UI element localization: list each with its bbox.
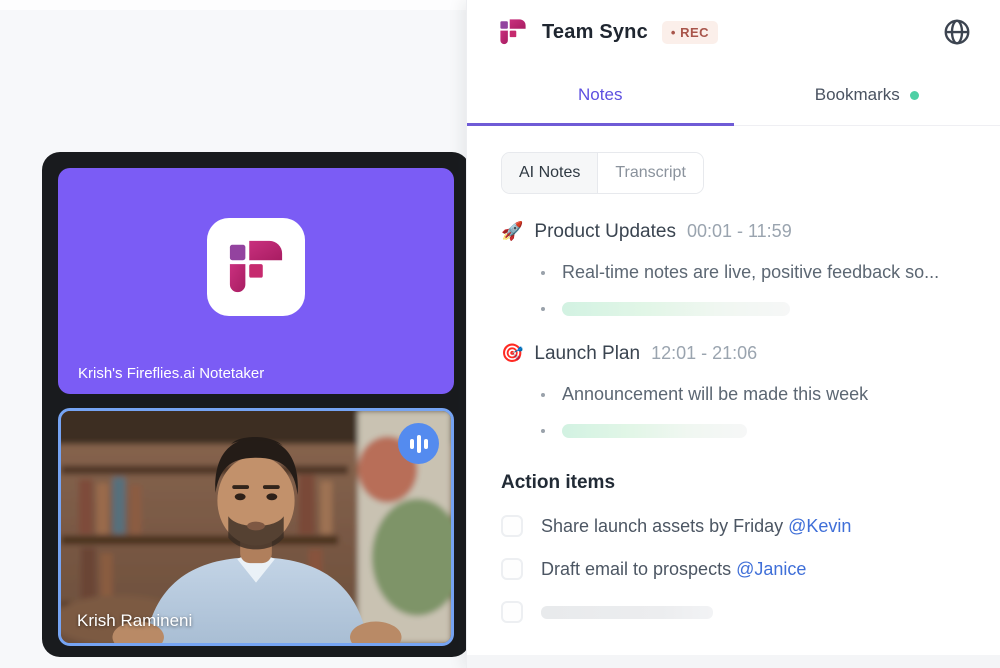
panel-body: AI Notes Transcript 🚀 Product Updates 00… — [467, 126, 1000, 623]
section-timestamp[interactable]: 00:01 - 11:59 — [687, 221, 792, 242]
note-bullet: Announcement will be made this week — [562, 384, 868, 405]
notes-panel: Team Sync • REC Notes Bookmarks AI Notes — [466, 0, 1000, 668]
bullet-dot — [541, 393, 545, 397]
target-emoji-icon: 🎯 — [501, 343, 523, 364]
action-item-text: Share launch assets by Friday @Kevin — [541, 516, 851, 537]
app-stage: Krish's Fireflies.ai Notetaker — [0, 0, 1000, 668]
action-item-text: Draft email to prospects @Janice — [541, 559, 806, 580]
bookmarks-indicator-dot — [910, 91, 919, 100]
participant-name-label: Krish Ramineni — [77, 611, 192, 631]
notes-mode-switcher: AI Notes Transcript — [501, 152, 704, 194]
action-checkbox[interactable] — [501, 515, 523, 537]
section-timestamp[interactable]: 12:01 - 21:06 — [651, 343, 757, 364]
action-item-row: Share launch assets by Friday @Kevin — [501, 515, 974, 537]
mention-link[interactable]: @Janice — [736, 559, 806, 579]
participant-video-still — [61, 411, 451, 643]
loading-note-skeleton — [562, 302, 790, 316]
bullet-dot — [541, 307, 545, 311]
action-item-row-loading — [501, 601, 974, 623]
tab-bookmarks[interactable]: Bookmarks — [734, 64, 1000, 126]
action-item-body: Draft email to prospects — [541, 559, 736, 579]
action-items-heading: Action items — [501, 472, 974, 494]
action-checkbox[interactable] — [501, 558, 523, 580]
participant-video-tile[interactable]: Krish Ramineni — [58, 408, 454, 646]
panel-header: Team Sync • REC — [467, 0, 1000, 64]
audio-waveform-icon — [398, 423, 439, 464]
loading-note-skeleton — [562, 424, 747, 438]
rec-badge: • REC — [662, 21, 718, 44]
section-title[interactable]: Launch Plan — [534, 343, 640, 365]
subtab-ai-notes[interactable]: AI Notes — [502, 153, 597, 193]
subtab-transcript[interactable]: Transcript — [597, 153, 703, 193]
note-section: 🎯 Launch Plan 12:01 - 21:06 Announcement… — [501, 343, 974, 438]
language-globe-button[interactable] — [942, 17, 972, 47]
tab-bookmarks-label: Bookmarks — [815, 85, 900, 105]
meeting-title: Team Sync — [542, 21, 648, 44]
active-tab-underline — [467, 123, 734, 126]
notetaker-tile[interactable]: Krish's Fireflies.ai Notetaker — [58, 168, 454, 394]
action-checkbox[interactable] — [501, 601, 523, 623]
note-bullet: Real-time notes are live, positive feedb… — [562, 262, 939, 283]
section-title[interactable]: Product Updates — [534, 221, 676, 243]
fireflies-logo-icon — [227, 238, 285, 296]
mention-link[interactable]: @Kevin — [788, 516, 851, 536]
note-section: 🚀 Product Updates 00:01 - 11:59 Real-tim… — [501, 221, 974, 316]
loading-action-skeleton — [541, 606, 713, 619]
action-item-body: Share launch assets by Friday — [541, 516, 788, 536]
globe-icon — [942, 17, 972, 47]
action-item-row: Draft email to prospects @Janice — [501, 558, 974, 580]
rocket-emoji-icon: 🚀 — [501, 221, 523, 242]
meeting-window: Krish's Fireflies.ai Notetaker — [42, 152, 470, 657]
bullet-dot — [541, 271, 545, 275]
panel-footer-strip — [467, 655, 1000, 668]
notetaker-tile-label: Krish's Fireflies.ai Notetaker — [78, 365, 264, 382]
panel-tabs: Notes Bookmarks — [467, 64, 1000, 126]
fireflies-logo-icon — [499, 17, 527, 47]
fireflies-logo-card — [207, 218, 305, 316]
bullet-dot — [541, 429, 545, 433]
tab-notes[interactable]: Notes — [467, 64, 734, 126]
